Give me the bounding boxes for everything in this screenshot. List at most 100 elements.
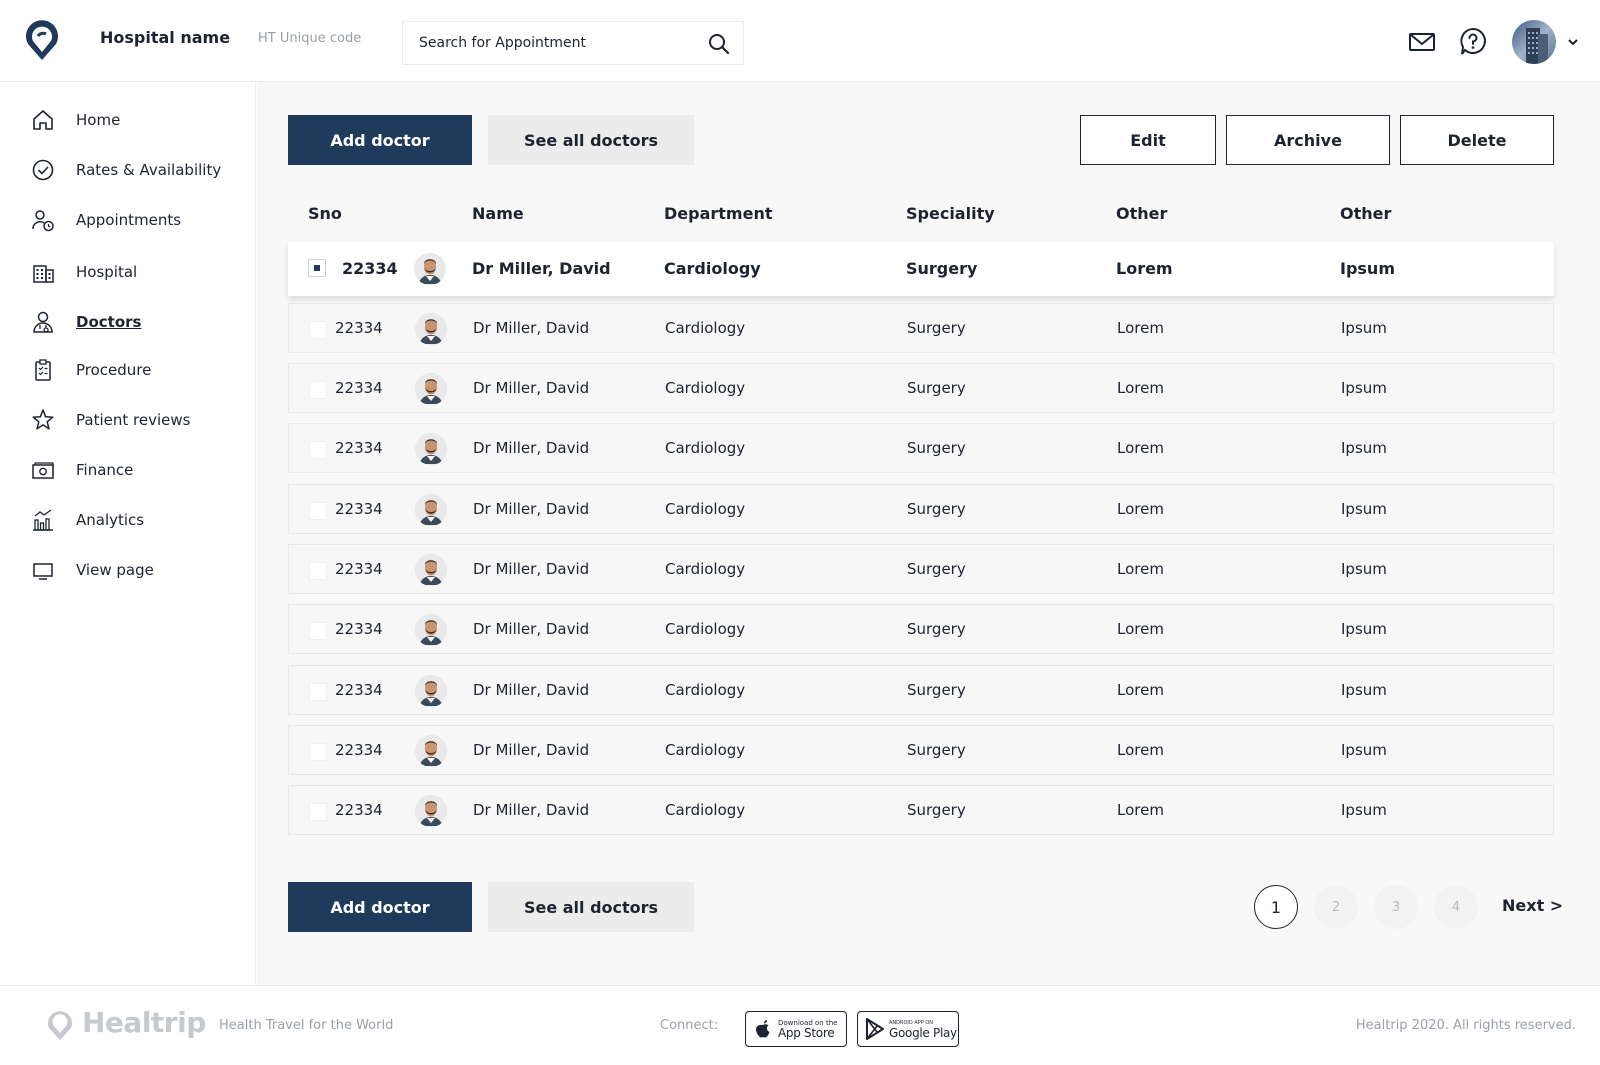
table-row[interactable]: 22334 Dr Miller, David Cardiology Surgery Lo… (288, 604, 1554, 654)
sidebar-item-label: Finance (76, 461, 134, 479)
column-header-department[interactable]: Department (664, 204, 772, 223)
cell-name[interactable]: Dr Miller, David (473, 741, 589, 759)
row-checkbox[interactable] (309, 502, 327, 520)
column-header-name[interactable]: Name (472, 204, 524, 223)
page-button-3[interactable]: 3 (1374, 885, 1418, 929)
cell-speciality: Surgery (907, 319, 966, 337)
star-icon (32, 409, 54, 430)
logo-icon[interactable] (20, 18, 64, 62)
cell-department: Cardiology (665, 801, 746, 819)
doctor-avatar-icon (415, 554, 447, 586)
sidebar-item-view-page[interactable]: View page (30, 554, 250, 586)
row-checkbox[interactable] (309, 321, 327, 339)
sidebar-item-patient-reviews[interactable]: Patient reviews (30, 404, 250, 436)
google-play-badge[interactable]: ANDROID APP ON Google Play (857, 1011, 959, 1047)
sidebar-item-analytics[interactable]: Analytics (30, 504, 250, 536)
doctor-avatar-icon (415, 313, 447, 345)
row-checkbox[interactable] (309, 743, 327, 761)
table-row[interactable]: 22334 Dr Miller, David Cardiology Surgery Lo… (288, 423, 1554, 473)
delete-button[interactable]: Delete (1400, 115, 1554, 165)
sidebar-item-procedure[interactable]: Procedure (30, 354, 250, 386)
page-button-2[interactable]: 2 (1314, 885, 1358, 929)
sidebar-item-label: Doctors (76, 313, 142, 331)
see-all-doctors-button-bottom[interactable]: See all doctors (488, 882, 694, 932)
row-checkbox[interactable] (308, 259, 326, 277)
cell-name[interactable]: Dr Miller, David (473, 500, 589, 518)
add-doctor-button-bottom[interactable]: Add doctor (288, 882, 472, 932)
sidebar-item-label: Appointments (76, 211, 182, 229)
footer-logo-icon[interactable] (44, 1008, 76, 1042)
table-row[interactable]: 22334 Dr Miller, David Cardiology Surgery Lo… (288, 363, 1554, 413)
app-store-badge[interactable]: Download on the App Store (745, 1011, 847, 1047)
page-button-1[interactable]: 1 (1254, 885, 1298, 929)
page-button-4[interactable]: 4 (1434, 885, 1478, 929)
column-header-speciality[interactable]: Speciality (906, 204, 995, 223)
footer-copyright: Healtrip 2020. All rights reserved. (1355, 1018, 1576, 1033)
doctor-avatar-icon (415, 614, 447, 646)
cell-other-1: Lorem (1117, 681, 1164, 699)
next-page-link[interactable]: Next > (1502, 896, 1563, 915)
sidebar-item-rates[interactable]: Rates & Availability (30, 154, 250, 186)
cell-sno: 22334 (335, 560, 383, 578)
table-row[interactable]: 22334 Dr Miller, David Cardiology Surgery Lo… (288, 544, 1554, 594)
chevron-down-icon[interactable] (1566, 36, 1580, 48)
sidebar-item-label: Patient reviews (76, 411, 191, 429)
column-header-other-1[interactable]: Other (1116, 204, 1167, 223)
cell-name[interactable]: Dr Miller, David (473, 439, 589, 457)
row-checkbox[interactable] (309, 381, 327, 399)
table-row[interactable]: 22334 Dr Miller, David Cardiology Surgery Lo… (288, 303, 1554, 353)
sidebar-item-home[interactable]: Home (30, 104, 250, 136)
row-checkbox[interactable] (309, 441, 327, 459)
cell-other-2: Ipsum (1341, 500, 1387, 518)
cell-other-2: Ipsum (1341, 439, 1387, 457)
cell-name[interactable]: Dr Miller, David (473, 379, 589, 397)
sidebar-item-appointments[interactable]: Appointments (30, 204, 250, 236)
row-checkbox[interactable] (309, 622, 327, 640)
mail-icon[interactable] (1408, 28, 1436, 56)
table-row[interactable]: 22334 Dr Miller, David Cardiology Surgery Lo… (288, 725, 1554, 775)
table-row[interactable]: 22334 Dr Miller, David Cardiology Surgery Lo… (288, 242, 1554, 296)
sidebar-item-finance[interactable]: Finance (30, 454, 250, 486)
cell-name[interactable]: Dr Miller, David (473, 560, 589, 578)
search-input[interactable] (419, 22, 699, 64)
sidebar-item-label: Procedure (76, 361, 152, 379)
cell-speciality: Surgery (906, 259, 978, 278)
cell-name[interactable]: Dr Miller, David (473, 620, 589, 638)
analytics-icon (33, 509, 53, 531)
add-doctor-button[interactable]: Add doctor (288, 115, 472, 165)
row-checkbox[interactable] (309, 803, 327, 821)
cell-name[interactable]: Dr Miller, David (473, 319, 589, 337)
cell-name[interactable]: Dr Miller, David (473, 681, 589, 699)
search-icon[interactable] (707, 32, 731, 56)
table-row[interactable]: 22334 Dr Miller, David Cardiology Surgery Lo… (288, 665, 1554, 715)
sidebar: Home Rates & Availability Appointments H… (0, 82, 256, 985)
sidebar-item-hospital[interactable]: Hospital (30, 256, 250, 288)
cell-sno: 22334 (335, 620, 383, 638)
cell-name[interactable]: Dr Miller, David (473, 801, 589, 819)
cell-other-2: Ipsum (1341, 681, 1387, 699)
cell-speciality: Surgery (907, 620, 966, 638)
hospital-name: Hospital name (100, 28, 231, 47)
sidebar-item-label: Home (76, 111, 121, 129)
footer-tagline: Health Travel for the World (219, 1018, 394, 1033)
edit-button[interactable]: Edit (1080, 115, 1216, 165)
cell-department: Cardiology (664, 259, 761, 278)
archive-button[interactable]: Archive (1226, 115, 1390, 165)
apple-icon (756, 1020, 770, 1038)
sidebar-item-doctors[interactable]: Doctors (30, 306, 250, 338)
see-all-doctors-button[interactable]: See all doctors (488, 115, 694, 165)
column-header-other-2[interactable]: Other (1340, 204, 1391, 223)
avatar[interactable] (1512, 20, 1556, 64)
table-row[interactable]: 22334 Dr Miller, David Cardiology Surgery Lo… (288, 785, 1554, 835)
help-icon[interactable] (1458, 26, 1488, 56)
cell-name[interactable]: Dr Miller, David (472, 259, 611, 278)
column-header-sno[interactable]: Sno (308, 204, 342, 223)
row-checkbox[interactable] (309, 683, 327, 701)
google-play-icon (866, 1018, 884, 1040)
sidebar-item-label: Rates & Availability (76, 161, 222, 179)
cell-other-2: Ipsum (1341, 319, 1387, 337)
row-checkbox[interactable] (309, 562, 327, 580)
table-row[interactable]: 22334 Dr Miller, David Cardiology Surgery Lo… (288, 484, 1554, 534)
money-icon (32, 462, 54, 479)
doctor-avatar-icon (415, 433, 447, 465)
